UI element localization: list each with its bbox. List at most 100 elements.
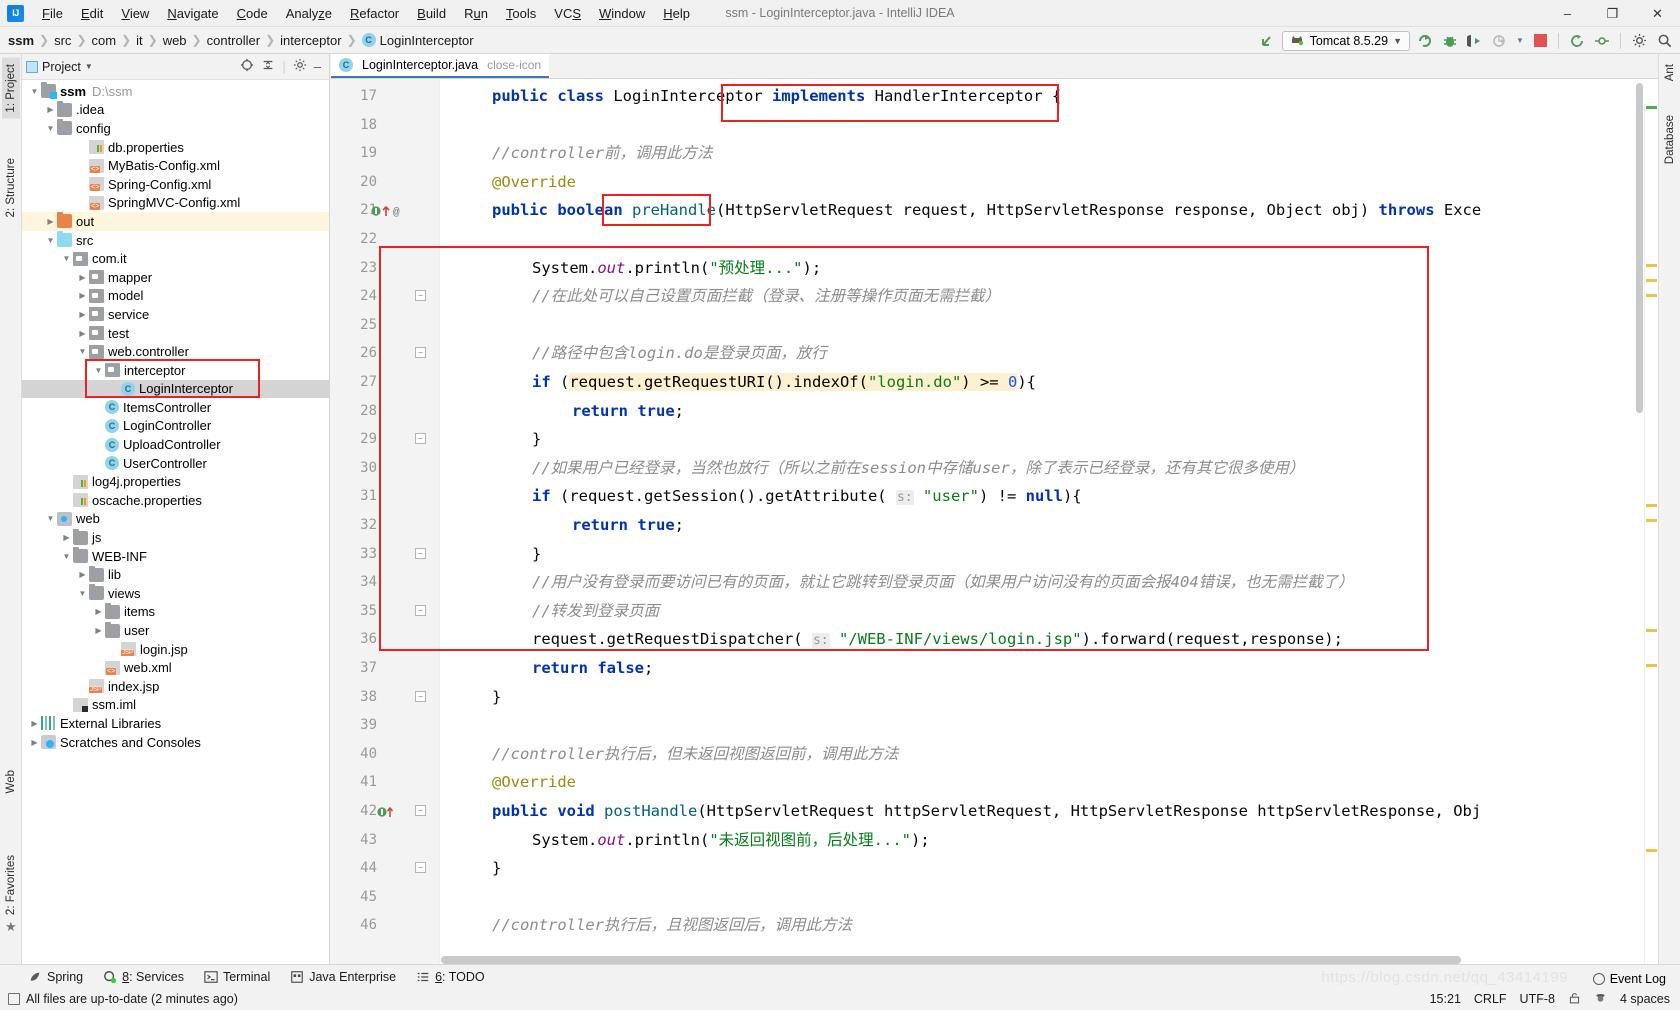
- code-line[interactable]: System.out.println("未返回视图前，后处理...");: [440, 826, 930, 855]
- menu-code[interactable]: Code: [228, 2, 277, 25]
- tree-node-scratches-and-consoles[interactable]: ▶ Scratches and Consoles: [22, 733, 329, 752]
- tree-node-interceptor[interactable]: ▼ interceptor: [22, 361, 329, 380]
- tree-node-model[interactable]: ▶ model: [22, 287, 329, 306]
- tree-node-db-properties[interactable]: db.properties: [22, 138, 329, 157]
- collapse-arrow-icon[interactable]: ▶: [28, 738, 41, 747]
- run-configuration-selector[interactable]: Tomcat 8.5.29 ▼: [1281, 30, 1410, 51]
- code-line[interactable]: //转发到登录页面: [440, 597, 659, 626]
- back-arrow-icon[interactable]: [1257, 31, 1277, 51]
- code-line[interactable]: return false;: [440, 654, 653, 683]
- expand-arrow-icon[interactable]: ▼: [60, 254, 73, 263]
- collapse-arrow-icon[interactable]: ▶: [92, 607, 105, 616]
- collapse-arrow-icon[interactable]: ▶: [76, 329, 89, 338]
- code-folding-marker[interactable]: −: [415, 690, 426, 702]
- tree-node-lib[interactable]: ▶ lib: [22, 565, 329, 584]
- code-line[interactable]: if (request.getSession().getAttribute( s…: [440, 482, 1082, 511]
- code-line[interactable]: }: [440, 540, 541, 569]
- tree-node-com-it[interactable]: ▼ com.it: [22, 249, 329, 268]
- tree-node-login-jsp[interactable]: login.jsp: [22, 640, 329, 659]
- hide-icon[interactable]: –: [314, 59, 321, 74]
- breadcrumb-ssm[interactable]: ssm: [8, 33, 34, 48]
- profiler-dropdown-icon[interactable]: ▼: [1515, 31, 1525, 51]
- tree-node-oscache-properties[interactable]: oscache.properties: [22, 491, 329, 510]
- expand-arrow-icon[interactable]: ▼: [60, 552, 73, 561]
- debug-bug-icon[interactable]: [1440, 31, 1460, 51]
- code-line[interactable]: [440, 711, 492, 740]
- breadcrumb-com[interactable]: com: [92, 33, 117, 48]
- menu-edit[interactable]: Edit: [72, 2, 112, 25]
- expand-arrow-icon[interactable]: ▼: [76, 347, 89, 356]
- tool-button-terminal[interactable]: Terminal: [204, 970, 270, 984]
- breadcrumb-logininterceptor[interactable]: C LoginInterceptor: [361, 33, 474, 48]
- code-line[interactable]: //路径中包含login.do是登录页面，放行: [440, 339, 827, 368]
- breadcrumb-controller[interactable]: controller: [207, 33, 260, 48]
- expand-arrow-icon[interactable]: ▼: [44, 236, 57, 245]
- code-line[interactable]: [440, 225, 492, 254]
- gutter-run-marker-icon[interactable]: @: [371, 204, 405, 221]
- tree-node-index-jsp[interactable]: index.jsp: [22, 677, 329, 696]
- collapse-arrow-icon[interactable]: ▶: [28, 719, 41, 728]
- tool-window-tab-project[interactable]: 1: Project: [2, 58, 20, 119]
- code-line[interactable]: }: [440, 425, 541, 454]
- tree-node-items[interactable]: ▶ items: [22, 602, 329, 622]
- code-line[interactable]: //controller执行后，但未返回视图返回前，调用此方法: [440, 740, 898, 769]
- breadcrumb-it[interactable]: it: [136, 33, 143, 48]
- tree-node-usercontroller[interactable]: C UserController: [22, 454, 329, 473]
- code-line[interactable]: //controller前，调用此方法: [440, 139, 712, 168]
- tool-button-java-enterprise[interactable]: Java Enterprise: [290, 970, 396, 984]
- menu-tools[interactable]: Tools: [497, 2, 545, 25]
- tree-node--idea[interactable]: ▶ .idea: [22, 100, 329, 120]
- tree-node-js[interactable]: ▶ js: [22, 528, 329, 547]
- project-tree[interactable]: ▼ ssm D:\ssm ▶ .idea ▼ config db.properties MyBa…: [22, 80, 329, 964]
- tree-node-web-controller[interactable]: ▼ web.controller: [22, 342, 329, 361]
- commit-icon[interactable]: [1592, 31, 1612, 51]
- source-code[interactable]: public class LoginInterceptor implements…: [440, 79, 1658, 964]
- menu-help[interactable]: Help: [654, 2, 699, 25]
- collapse-arrow-icon[interactable]: ▶: [60, 533, 73, 542]
- code-line[interactable]: public class LoginInterceptor implements…: [440, 82, 1061, 111]
- update-project-icon[interactable]: [1567, 31, 1587, 51]
- collapse-all-icon[interactable]: [261, 58, 275, 75]
- collapse-arrow-icon[interactable]: ▶: [44, 105, 57, 114]
- expand-arrow-icon[interactable]: ▼: [92, 366, 105, 375]
- tree-node-logincontroller[interactable]: C LoginController: [22, 417, 329, 436]
- tree-node-springmvc-config-xml[interactable]: SpringMVC-Config.xml: [22, 194, 329, 213]
- error-stripe-markers[interactable]: [1644, 104, 1658, 964]
- chevron-down-icon[interactable]: ▼: [1393, 36, 1402, 46]
- code-line[interactable]: System.out.println("预处理...");: [440, 254, 821, 283]
- tool-button-todo[interactable]: 6: TODO: [416, 970, 485, 984]
- code-line[interactable]: //用户没有登录而要访问已有的页面，就让它跳转到登录页面（如果用户访问没有的页面…: [440, 568, 1354, 597]
- code-folding-marker[interactable]: −: [415, 347, 426, 359]
- menu-refactor[interactable]: Refactor: [341, 2, 408, 25]
- search-everywhere-icon[interactable]: [1654, 31, 1674, 51]
- tree-node-mybatis-config-xml[interactable]: MyBatis-Config.xml: [22, 156, 329, 175]
- status-line-separator[interactable]: CRLF: [1474, 992, 1507, 1006]
- tree-node-config[interactable]: ▼ config: [22, 119, 329, 138]
- tree-node-ssm-iml[interactable]: ssm.iml: [22, 696, 329, 715]
- tool-window-tab-structure[interactable]: 2: Structure: [2, 152, 20, 223]
- code-line[interactable]: [440, 111, 492, 140]
- tree-node-web-inf[interactable]: ▼ WEB-INF: [22, 547, 329, 566]
- breadcrumb-interceptor[interactable]: interceptor: [280, 33, 341, 48]
- breadcrumb-web[interactable]: web: [163, 33, 187, 48]
- code-line[interactable]: }: [440, 683, 501, 712]
- settings-icon[interactable]: [1629, 31, 1649, 51]
- menu-file[interactable]: File: [33, 2, 72, 25]
- code-folding-marker[interactable]: −: [415, 433, 426, 445]
- event-log-button[interactable]: Event Log: [1592, 972, 1666, 986]
- tool-button-spring[interactable]: Spring: [28, 970, 83, 984]
- stop-icon[interactable]: [1530, 31, 1550, 51]
- run-with-coverage-icon[interactable]: [1465, 31, 1485, 51]
- gear-icon[interactable]: [293, 58, 307, 75]
- collapse-arrow-icon[interactable]: ▶: [44, 217, 57, 226]
- collapse-arrow-icon[interactable]: ▶: [76, 310, 89, 319]
- menu-analyze[interactable]: Analyze: [277, 2, 341, 25]
- horizontal-scrollbar-thumb[interactable]: [441, 956, 1461, 964]
- tree-node-web-xml[interactable]: web.xml: [22, 658, 329, 677]
- code-line[interactable]: public void postHandle(HttpServletReques…: [440, 797, 1481, 826]
- tree-node-src[interactable]: ▼ src: [22, 231, 329, 250]
- menu-window[interactable]: Window: [590, 2, 654, 25]
- menu-run[interactable]: Run: [455, 2, 497, 25]
- code-line[interactable]: @Override: [440, 168, 576, 197]
- unlocked-icon[interactable]: [1568, 991, 1581, 1008]
